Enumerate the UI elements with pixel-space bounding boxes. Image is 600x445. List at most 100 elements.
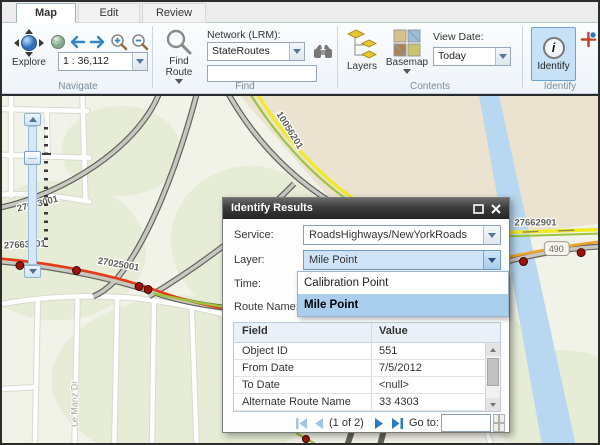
table-header: Field Value [234, 323, 500, 343]
dropdown-item-label: Mile Point [304, 299, 358, 311]
map-scale-dropdown-button[interactable] [132, 53, 147, 70]
group-label-identify: Identify [524, 81, 596, 92]
layers-button[interactable]: Layers [342, 29, 382, 72]
network-lrm-combobox[interactable]: StateRoutes [207, 42, 305, 61]
group-label-contents: Contents [339, 81, 521, 92]
basemap-button[interactable]: Basemap [385, 29, 429, 74]
group-separator [522, 26, 523, 88]
tab-edit-label: Edit [100, 7, 119, 19]
close-icon [491, 204, 501, 214]
service-combobox[interactable]: RoadsHighways/NewYorkRoads [303, 225, 501, 245]
next-page-button[interactable] [374, 417, 385, 430]
cell-value: 551 [379, 345, 397, 357]
network-lrm-dropdown-button[interactable] [289, 43, 304, 60]
application-window: Map Edit Review Explore [0, 0, 600, 445]
page-status: (1 of 2) [329, 417, 364, 429]
time-label: Time: [234, 278, 261, 290]
dialog-title-bar[interactable]: Identify Results [223, 198, 509, 219]
chevron-down-icon [293, 49, 301, 54]
cell-value: <null> [379, 379, 409, 391]
table-row: Object ID 551 [234, 343, 485, 360]
identify-button-label: Identify [537, 61, 569, 72]
dropdown-item-label: Calibration Point [304, 277, 388, 289]
spinner-down-button[interactable] [493, 423, 505, 432]
find-route-value-field[interactable] [207, 65, 317, 82]
cell-field: From Date [242, 362, 294, 374]
attributes-table: Field Value Object ID 551 From Date 7/5/… [233, 322, 501, 412]
cell-value: 7/5/2012 [379, 362, 422, 374]
zoom-slider-down-button[interactable] [24, 265, 41, 278]
previous-page-button[interactable] [313, 417, 324, 430]
layer-combobox[interactable]: Mile Point [303, 250, 501, 270]
zoom-slider-track[interactable] [28, 126, 37, 265]
tab-edit[interactable]: Edit [78, 3, 140, 23]
last-page-button[interactable] [391, 417, 404, 430]
group-separator [337, 26, 338, 88]
first-page-button[interactable] [295, 417, 308, 430]
zoom-out-icon[interactable] [131, 33, 149, 51]
cell-field: Alternate Route Name [242, 396, 351, 408]
find-route-button[interactable]: Find Route [157, 28, 201, 84]
close-button[interactable] [489, 202, 503, 215]
view-date-combobox[interactable]: Today [433, 47, 511, 66]
table-scrollbar[interactable] [485, 343, 500, 411]
zoom-slider-handle[interactable] [24, 151, 41, 165]
zoom-in-icon[interactable] [110, 33, 128, 51]
layers-icon [347, 29, 377, 61]
ribbon-tabstrip: Map Edit Review [2, 2, 598, 23]
basemap-icon [393, 29, 421, 57]
explore-label: Explore [12, 57, 46, 68]
identify-route-location-icon[interactable] [580, 31, 597, 48]
identify-button[interactable]: i Identify [531, 27, 576, 81]
chevron-down-icon [29, 269, 37, 274]
goto-label: Go to: [409, 417, 439, 429]
group-label-find: Find [154, 81, 336, 92]
tab-map[interactable]: Map [16, 3, 76, 23]
globe-icon[interactable] [50, 34, 66, 50]
tab-review-label: Review [156, 7, 192, 19]
group-separator [152, 26, 153, 88]
identify-icon-glyph: i [552, 40, 556, 55]
layer-label: Layer: [234, 254, 265, 266]
map-scale-combobox[interactable]: 1 : 36,112 [58, 52, 148, 71]
chevron-down-icon [490, 403, 496, 407]
identify-icon: i [543, 37, 565, 59]
dialog-title: Identify Results [231, 202, 313, 214]
group-label-navigate: Navigate [6, 81, 150, 92]
layer-value: Mile Point [304, 251, 483, 269]
dropdown-item-mile-point[interactable]: Mile Point [298, 294, 508, 316]
spinner-up-button[interactable] [493, 414, 505, 423]
scroll-up-button[interactable] [486, 343, 500, 356]
route-name-label: Route Name: [234, 301, 299, 313]
view-date-dropdown-button[interactable] [495, 48, 510, 65]
tab-map-label: Map [35, 7, 57, 19]
highway-shield-label: 490 [549, 244, 564, 254]
tab-review[interactable]: Review [142, 3, 206, 23]
zoom-slider-up-button[interactable] [24, 113, 41, 126]
forward-arrow-icon[interactable] [89, 35, 106, 49]
view-date-value: Today [434, 48, 495, 65]
network-lrm-label: Network (LRM): [207, 29, 281, 41]
chevron-up-icon [29, 117, 37, 122]
layers-label: Layers [347, 61, 377, 72]
layer-dropdown-button[interactable] [483, 251, 500, 269]
binoculars-icon[interactable] [313, 43, 333, 60]
goto-spinner[interactable] [493, 414, 505, 432]
route-label-27662901: 27662901 [515, 218, 557, 229]
dropdown-item-calibration-point[interactable]: Calibration Point [298, 272, 508, 294]
scroll-down-button[interactable] [486, 398, 500, 411]
street-label-le-manz-dr: Le Manz Dr [70, 381, 80, 427]
back-arrow-icon[interactable] [69, 35, 86, 49]
maximize-icon [473, 204, 484, 214]
map-viewport[interactable]: 490 27663001 27663101 27025001 10056201 … [2, 94, 598, 443]
explore-button[interactable]: Explore [6, 29, 52, 68]
maximize-button[interactable] [471, 202, 485, 215]
goto-page-input[interactable] [441, 414, 491, 432]
view-date-label: View Date: [433, 31, 484, 43]
zoom-slider-tick-major [42, 153, 51, 155]
scrollbar-thumb[interactable] [487, 358, 499, 386]
service-dropdown-button[interactable] [483, 226, 500, 244]
network-lrm-value: StateRoutes [208, 43, 289, 60]
magnifier-icon [165, 28, 193, 56]
map-scale-value: 1 : 36,112 [59, 53, 132, 70]
